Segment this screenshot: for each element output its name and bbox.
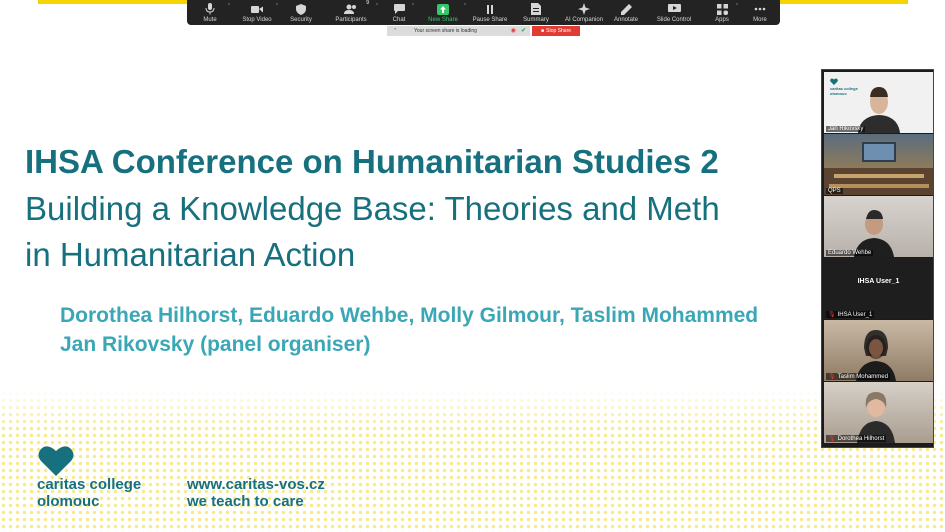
video-tile-ihsa-user-1[interactable]: IHSA User_1 🎙 IHSA User_1: [824, 258, 933, 319]
microphone-icon: [205, 2, 215, 16]
participant-video: [857, 392, 895, 443]
participants-icon: [344, 2, 358, 16]
participant-video: [824, 142, 933, 195]
share-screen-icon: [437, 2, 449, 16]
annotate-button[interactable]: Annotate: [607, 0, 645, 25]
participants-button[interactable]: 9 Participants ⌃: [321, 0, 381, 25]
participants-label: Participants: [335, 17, 367, 23]
pause-icon: [486, 2, 494, 16]
slide-control-label: Slide Control: [656, 17, 692, 23]
slide-title: IHSA Conference on Humanitarian Studies …: [25, 143, 719, 180]
video-tile-jan-rikovsky[interactable]: caritas college olomouc Jan Rikovsky: [824, 72, 933, 133]
chevron-up-icon[interactable]: ⌃: [463, 3, 467, 9]
muted-mic-icon: 🎙: [828, 312, 836, 318]
ai-sparkle-icon: [578, 2, 590, 16]
video-gallery-panel[interactable]: caritas college olomouc Jan Rikovsky QPS…: [821, 69, 934, 448]
chevron-up-icon[interactable]: ⌃: [227, 3, 231, 9]
participant-name: 🎙 IHSA User_1: [826, 311, 875, 318]
summary-label: Summary: [523, 17, 549, 23]
share-status-text: Your screen share is loading: [414, 28, 477, 34]
stop-video-label: Stop Video: [242, 17, 272, 23]
participant-video: [854, 210, 894, 257]
summary-icon: [531, 2, 541, 16]
mute-button[interactable]: Mute ⌃: [187, 0, 233, 25]
security-button[interactable]: Security: [281, 0, 321, 25]
slide-subtitle-line-1: Building a Knowledge Base: Theories and …: [25, 190, 720, 227]
stop-video-button[interactable]: Stop Video ⌃: [233, 0, 281, 25]
pause-share-label: Pause Share: [472, 17, 508, 23]
stop-square-icon: ■: [540, 28, 544, 34]
loading-spinner-icon: ◔: [393, 27, 397, 33]
video-tile-eduardo-wehbe[interactable]: Eduardo Wehbe: [824, 196, 933, 257]
participant-video: [856, 330, 896, 381]
stop-share-label: Stop Share: [546, 28, 572, 34]
muted-mic-icon: 🎙: [828, 374, 836, 380]
shield-check-icon: ✔: [520, 28, 526, 34]
slide-authors-line-1: Dorothea Hilhorst, Eduardo Wehbe, Molly …: [60, 304, 759, 327]
share-status-bar: ◔ Your screen share is loading ◉ ✔ ■ Sto…: [387, 26, 580, 36]
slide-control-button[interactable]: Slide Control: [645, 0, 703, 25]
participant-name: 🎙 Taslim Mohammed: [826, 373, 890, 380]
apps-label: Apps: [715, 17, 729, 23]
participant-name: 🎙 Dorothea Hilhorst: [826, 435, 887, 442]
chevron-up-icon[interactable]: ⌃: [735, 3, 739, 9]
heart-logo-icon: [38, 446, 74, 476]
more-dots-icon: [754, 2, 766, 16]
slide-authors-line-2: Jan Rikovsky (panel organiser): [60, 333, 371, 356]
participant-name-centered: IHSA User_1: [857, 278, 900, 285]
summary-button[interactable]: Summary: [511, 0, 561, 25]
slide-control-icon: [667, 2, 681, 16]
participant-name: QPS: [826, 188, 843, 194]
chat-label: Chat: [392, 17, 406, 23]
pause-share-button[interactable]: Pause Share: [469, 0, 511, 25]
logo-text-line-2: olomouc: [37, 493, 100, 510]
security-label: Security: [290, 17, 312, 23]
video-camera-icon: [250, 2, 264, 16]
website-url: www.caritas-vos.cz: [187, 476, 325, 493]
more-button[interactable]: More: [741, 0, 779, 25]
ai-companion-label: AI Companion: [564, 17, 604, 23]
chat-button[interactable]: Chat ⌃: [381, 0, 417, 25]
chevron-up-icon[interactable]: ⌃: [375, 3, 379, 9]
video-tile-dorothea-hilhorst[interactable]: 🎙 Dorothea Hilhorst: [824, 382, 933, 443]
new-share-button[interactable]: New Share ⌃: [417, 0, 469, 25]
participant-name: Jan Rikovsky: [826, 126, 866, 132]
apps-button[interactable]: Apps ⌃: [703, 0, 741, 25]
slogan-text: we teach to care: [187, 493, 304, 510]
stop-share-button[interactable]: ■ Stop Share: [532, 26, 580, 36]
more-label: More: [753, 17, 767, 23]
participant-video: [858, 87, 900, 133]
apps-icon: [716, 2, 728, 16]
shield-icon: [296, 2, 306, 16]
ai-companion-button[interactable]: AI Companion: [561, 0, 607, 25]
meeting-toolbar: Mute ⌃ Stop Video ⌃ Security 9 Participa…: [187, 0, 780, 25]
video-tile-qps[interactable]: QPS: [824, 134, 933, 195]
logo-text-line-1: caritas college: [37, 476, 142, 493]
pen-icon: [620, 2, 632, 16]
annotate-label: Annotate: [613, 17, 639, 23]
participant-count: 9: [366, 0, 369, 6]
participant-name: Eduardo Wehbe: [826, 250, 874, 256]
new-share-label: New Share: [428, 17, 458, 23]
chevron-up-icon[interactable]: ⌃: [275, 3, 279, 9]
dotted-pattern-fade: [0, 390, 945, 430]
chat-icon: [393, 2, 405, 16]
slide-subtitle-line-2: in Humanitarian Action: [25, 236, 356, 273]
chevron-up-icon[interactable]: ⌃: [411, 3, 415, 9]
mute-label: Mute: [203, 17, 217, 23]
share-loading-indicator: ◔ Your screen share is loading ◉ ✔: [387, 26, 530, 36]
video-tile-taslim-mohammed[interactable]: 🎙 Taslim Mohammed: [824, 320, 933, 381]
record-icon: ◉: [510, 28, 516, 34]
muted-mic-icon: 🎙: [828, 436, 836, 442]
